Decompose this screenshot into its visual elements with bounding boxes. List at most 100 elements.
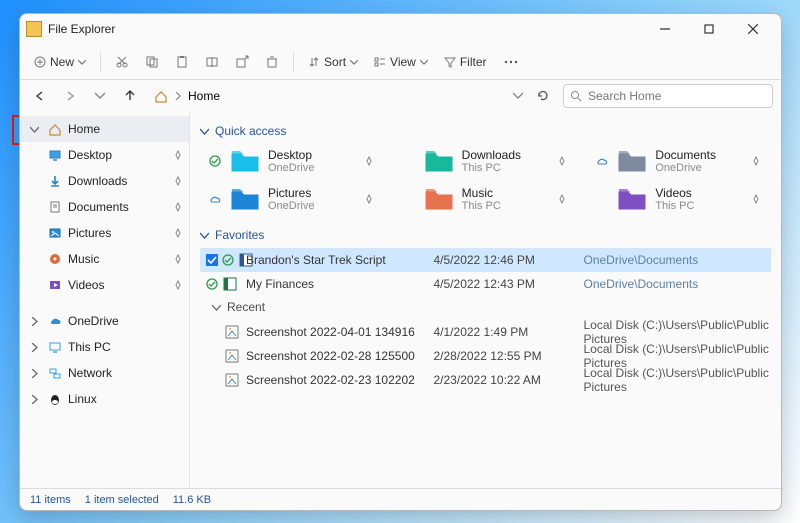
app-icon (26, 21, 42, 37)
nav-item-onedrive[interactable]: OneDrive (20, 308, 189, 334)
chevron-right-icon (30, 395, 39, 404)
up-button[interactable] (118, 84, 142, 108)
recent-locations-button[interactable] (88, 84, 112, 108)
chevron-down-icon[interactable] (513, 91, 523, 101)
file-name: My Finances (246, 277, 434, 291)
address-bar: Home Search Home (20, 80, 781, 112)
filter-button[interactable]: Filter (438, 51, 493, 73)
chevron-down-icon (30, 125, 39, 134)
new-button[interactable]: New (28, 51, 92, 73)
nav-item-pictures[interactable]: Pictures (20, 220, 189, 246)
nav-item-home[interactable]: Home (20, 116, 189, 142)
file-name: Brandon's Star Trek Script (246, 253, 434, 267)
view-icon (374, 56, 386, 68)
network-icon (48, 366, 62, 380)
file-date: 2/28/2022 12:55 PM (434, 349, 584, 363)
checkbox-icon[interactable] (206, 254, 218, 266)
paste-button[interactable] (169, 51, 195, 73)
chevron-down-icon (420, 58, 428, 66)
back-button[interactable] (28, 84, 52, 108)
folder-icon (617, 186, 647, 212)
refresh-button[interactable] (531, 84, 555, 108)
pin-icon (173, 254, 183, 264)
chevron-down-icon (78, 58, 86, 66)
nav-item-label: Pictures (68, 226, 111, 240)
section-recent[interactable]: Recent (200, 296, 771, 318)
navigation-pane: Home DesktopDownloadsDocuments Pictures Mus… (20, 112, 190, 488)
file-path: OneDrive\Documents (584, 277, 772, 291)
maximize-button[interactable] (687, 15, 731, 43)
search-placeholder: Search Home (588, 89, 661, 103)
chevron-down-icon (350, 58, 358, 66)
list-item[interactable]: Screenshot 2022-02-28 1255002/28/2022 12… (200, 342, 771, 366)
forward-button[interactable] (58, 84, 82, 108)
window-title: File Explorer (48, 22, 643, 36)
view-button[interactable]: View (368, 51, 434, 73)
desktop-icon (48, 148, 62, 162)
pin-icon (173, 280, 183, 290)
nav-item-desktop[interactable]: Desktop (20, 142, 189, 168)
pin-icon (173, 228, 183, 238)
trash-icon (265, 55, 279, 69)
section-favorites[interactable]: Favorites (200, 224, 771, 248)
nav-item-this-pc[interactable]: This PC (20, 334, 189, 360)
tile-downloads[interactable]: DownloadsThis PC (394, 144, 578, 178)
toolbar: New Sort View Filter (20, 44, 781, 80)
tile-music[interactable]: MusicThis PC (394, 182, 578, 216)
status-badge (208, 194, 222, 204)
breadcrumb[interactable]: Home (148, 89, 507, 103)
close-button[interactable] (731, 15, 775, 43)
pin-icon (362, 194, 376, 204)
chevron-down-icon (212, 303, 221, 312)
tile-desktop[interactable]: DesktopOneDrive (200, 144, 384, 178)
chevron-down-icon (200, 231, 209, 240)
linux-icon (48, 392, 62, 406)
list-item[interactable]: Screenshot 2022-02-23 1022022/23/2022 10… (200, 366, 771, 390)
list-item[interactable]: Screenshot 2022-04-01 1349164/1/2022 1:4… (200, 318, 771, 342)
cut-button[interactable] (109, 51, 135, 73)
breadcrumb-location: Home (188, 89, 220, 103)
chevron-down-icon (200, 127, 209, 136)
delete-button[interactable] (259, 51, 285, 73)
nav-item-videos[interactable]: Videos (20, 272, 189, 298)
pin-icon (555, 194, 569, 204)
videos-icon (48, 278, 62, 292)
share-button[interactable] (229, 51, 255, 73)
list-item[interactable]: Brandon's Star Trek Script4/5/2022 12:46… (200, 248, 771, 272)
nav-item-network[interactable]: Network (20, 360, 189, 386)
tile-location: This PC (655, 200, 741, 212)
tile-name: Music (462, 186, 548, 200)
nav-item-documents[interactable]: Documents (20, 194, 189, 220)
list-item[interactable]: My Finances4/5/2022 12:43 PMOneDrive\Doc… (200, 272, 771, 296)
rename-button[interactable] (199, 51, 225, 73)
tile-name: Documents (655, 148, 741, 162)
pin-icon (173, 176, 183, 186)
more-button[interactable] (497, 52, 525, 72)
status-count: 11 items (30, 494, 71, 506)
documents-icon (48, 200, 62, 214)
tile-videos[interactable]: VideosThis PC (587, 182, 771, 216)
file-date: 4/1/2022 1:49 PM (434, 325, 584, 339)
nav-item-label: Home (68, 122, 100, 136)
file-path: OneDrive\Documents (584, 253, 772, 267)
view-label: View (390, 55, 416, 69)
tile-documents[interactable]: DocumentsOneDrive (587, 144, 771, 178)
section-quick-access[interactable]: Quick access (200, 120, 771, 144)
section-label: Recent (227, 300, 265, 314)
nav-item-downloads[interactable]: Downloads (20, 168, 189, 194)
status-badge (595, 156, 609, 166)
copy-button[interactable] (139, 51, 165, 73)
sort-button[interactable]: Sort (302, 51, 364, 73)
nav-item-music[interactable]: Music (20, 246, 189, 272)
chevron-right-icon (30, 343, 39, 352)
rename-icon (205, 55, 219, 69)
file-icon (222, 276, 238, 292)
paste-icon (175, 55, 189, 69)
file-icon (224, 372, 240, 388)
tile-pictures[interactable]: PicturesOneDrive (200, 182, 384, 216)
plus-icon (34, 56, 46, 68)
minimize-button[interactable] (643, 15, 687, 43)
nav-item-linux[interactable]: Linux (20, 386, 189, 412)
search-input[interactable]: Search Home (563, 84, 773, 108)
chevron-right-icon (174, 92, 182, 100)
